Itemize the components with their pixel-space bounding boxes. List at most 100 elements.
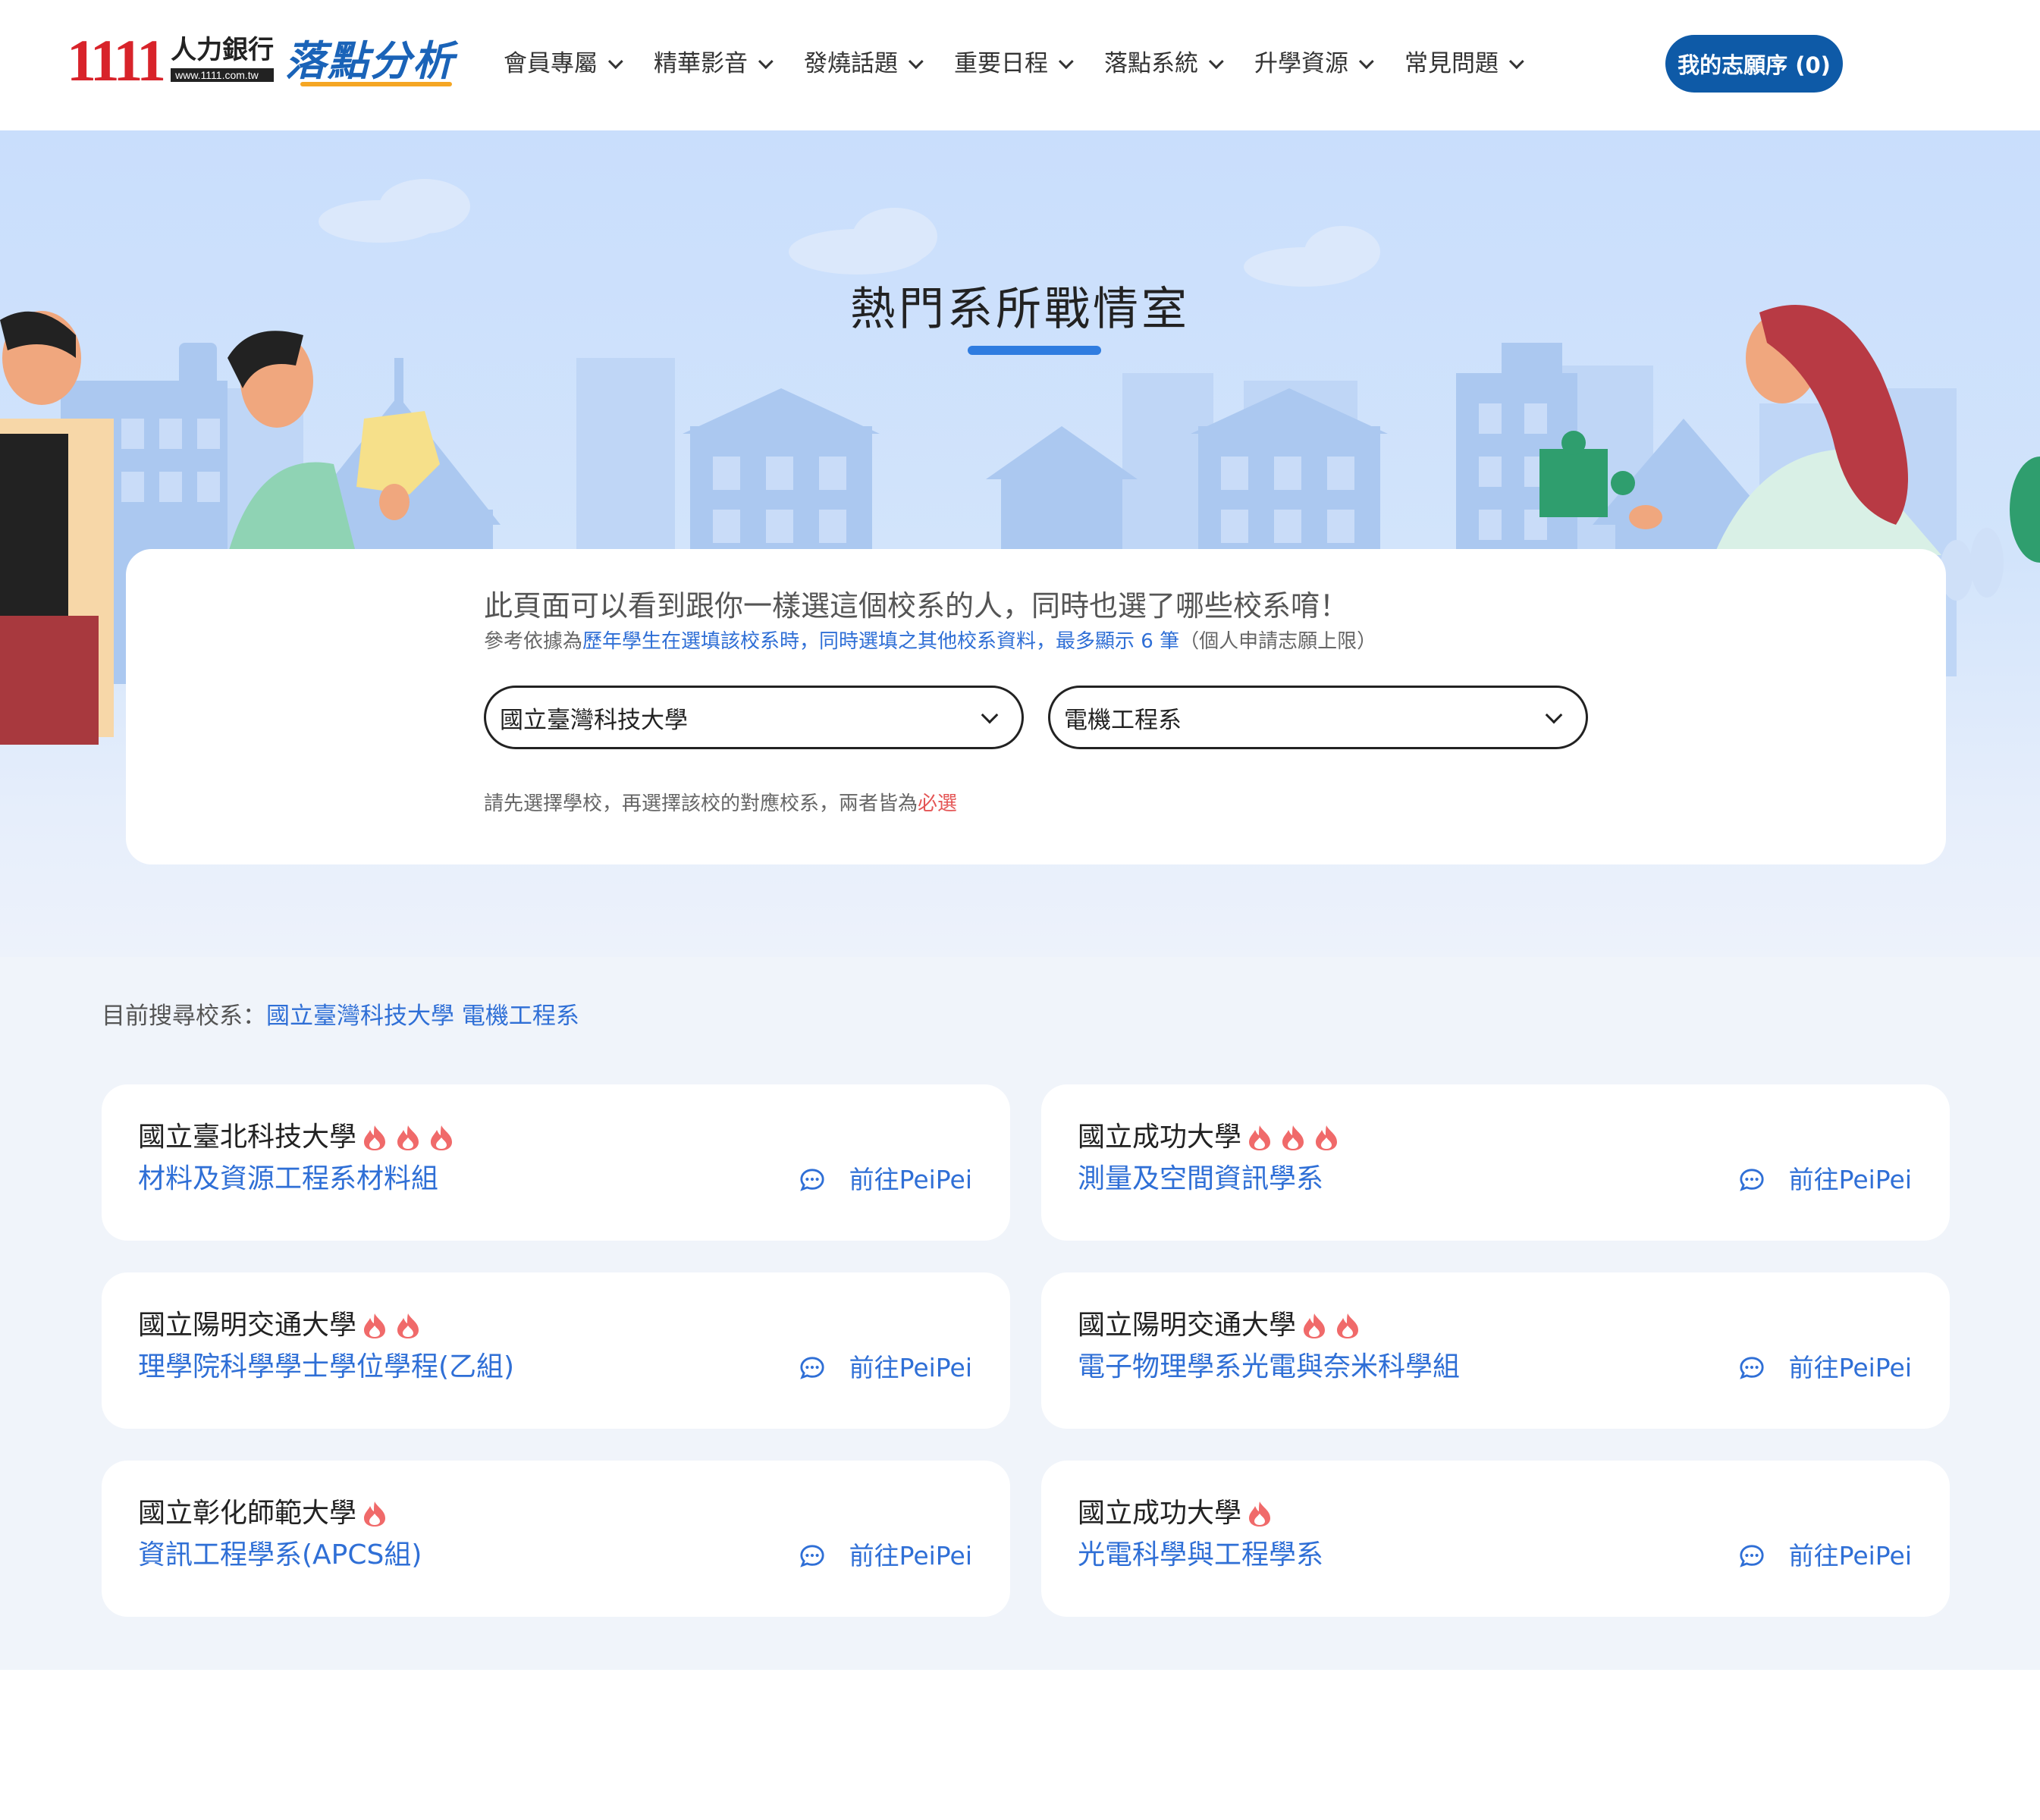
- go-peipei-label: 前往PeiPei: [849, 1353, 972, 1382]
- card-school: 國立成功大學: [1078, 1495, 1281, 1532]
- nav-label: 發燒話題: [804, 50, 898, 77]
- go-peipei-label: 前往PeiPei: [1788, 1353, 1912, 1382]
- reference-suffix: （個人申請志願上限）: [1179, 630, 1377, 653]
- panel-reference-note: 參考依據為歷年學生在選填該校系時，同時選填之其他校系資料，最多顯示 6 筆（個人…: [484, 628, 1376, 655]
- chevron-down-icon: [1508, 54, 1524, 70]
- reference-prefix: 參考依據為: [484, 630, 583, 653]
- result-card: 國立成功大學 測量及空間資訊學系 前往PeiPei: [1041, 1084, 1950, 1241]
- nav-item-member[interactable]: 會員專屬: [504, 47, 623, 80]
- department-select[interactable]: 電機工程系: [1048, 686, 1588, 749]
- flame-icon: [397, 1313, 419, 1338]
- heat-flames: [1248, 1500, 1281, 1527]
- go-peipei-link[interactable]: 前往PeiPei: [1739, 1163, 1912, 1197]
- school-select-value: 國立臺灣科技大學: [500, 706, 688, 734]
- current-search: 目前搜尋校系：國立臺灣科技大學 電機工程系: [102, 999, 579, 1033]
- flame-icon: [1316, 1125, 1338, 1150]
- chevron-down-icon: [1208, 54, 1224, 70]
- current-search-label: 目前搜尋校系：: [102, 1003, 266, 1030]
- go-peipei-label: 前往PeiPei: [849, 1165, 972, 1194]
- logo-url: www.1111.com.tw: [171, 68, 275, 82]
- chat-icon: [1739, 1355, 1777, 1381]
- card-department[interactable]: 資訊工程學系(APCS組): [138, 1536, 422, 1574]
- chevron-down-icon: [981, 706, 999, 724]
- chevron-down-icon: [1058, 54, 1074, 70]
- page-title: 熱門系所戰情室: [850, 283, 1190, 336]
- flame-icon: [1249, 1125, 1271, 1150]
- chevron-down-icon: [908, 54, 924, 70]
- school-name: 國立陽明交通大學: [138, 1310, 357, 1341]
- school-name: 國立臺北科技大學: [138, 1122, 357, 1153]
- go-peipei-link[interactable]: 前往PeiPei: [1739, 1539, 1912, 1573]
- chat-icon: [799, 1543, 837, 1569]
- chevron-down-icon: [607, 54, 623, 70]
- nav-item-faq[interactable]: 常見問題: [1404, 47, 1524, 80]
- flame-icon: [1249, 1502, 1271, 1527]
- go-peipei-link[interactable]: 前往PeiPei: [1739, 1351, 1912, 1385]
- chat-icon: [799, 1167, 837, 1193]
- card-department[interactable]: 材料及資源工程系材料組: [138, 1160, 438, 1198]
- card-school: 國立陽明交通大學: [138, 1307, 429, 1344]
- flame-icon: [1282, 1125, 1304, 1150]
- result-card: 國立臺北科技大學 材料及資源工程系材料組 前往PeiPei: [102, 1084, 1010, 1241]
- nav-item-topics[interactable]: 發燒話題: [804, 47, 924, 80]
- result-card: 國立彰化師範大學 資訊工程學系(APCS組) 前往PeiPei: [102, 1461, 1010, 1617]
- hint-prefix: 請先選擇學校，再選擇該校的對應校系，兩者皆為: [484, 792, 918, 815]
- my-list-button[interactable]: 我的志願序 (0): [1665, 35, 1843, 93]
- flame-icon: [1304, 1313, 1326, 1338]
- card-department[interactable]: 電子物理學系光電與奈米科學組: [1078, 1348, 1460, 1386]
- hero-section: 熱門系所戰情室 此頁面可以看到跟你一樣選這個校系的人，同時也選了哪些校系唷！ 參…: [0, 130, 2040, 957]
- go-peipei-link[interactable]: 前往PeiPei: [799, 1163, 972, 1197]
- heat-flames: [362, 1124, 463, 1151]
- brand-logo[interactable]: 落點分析: [285, 35, 455, 88]
- site-header: 1111 人力銀行 www.1111.com.tw 落點分析 會員專屬 精華影音…: [0, 0, 2040, 130]
- heat-flames: [362, 1312, 429, 1339]
- result-card: 國立陽明交通大學 電子物理學系光電與奈米科學組 前往PeiPei: [1041, 1272, 1950, 1429]
- nav-label: 會員專屬: [504, 50, 598, 77]
- main-nav: 會員專屬 精華影音 發燒話題 重要日程 落點系統 升學資源 常見問題: [504, 47, 1555, 80]
- nav-label: 重要日程: [954, 50, 1048, 77]
- go-peipei-link[interactable]: 前往PeiPei: [799, 1351, 972, 1385]
- chat-bubble-icon: [1739, 1169, 1764, 1191]
- school-name: 國立成功大學: [1078, 1498, 1242, 1529]
- card-school: 國立陽明交通大學: [1078, 1307, 1369, 1344]
- chat-bubble-icon: [1739, 1357, 1764, 1379]
- title-underline: [968, 346, 1101, 355]
- reference-highlight: 歷年學生在選填該校系時，同時選填之其他校系資料，最多顯示 6 筆: [582, 630, 1180, 653]
- nav-item-system[interactable]: 落點系統: [1104, 47, 1224, 80]
- chevron-down-icon: [1358, 54, 1374, 70]
- school-select[interactable]: 國立臺灣科技大學: [484, 686, 1024, 749]
- flame-icon: [364, 1313, 386, 1338]
- logo-text: 人力銀行: [171, 35, 275, 65]
- nav-item-videos[interactable]: 精華影音: [654, 47, 774, 80]
- current-search-value: 國立臺灣科技大學 電機工程系: [266, 1003, 579, 1030]
- search-panel: 此頁面可以看到跟你一樣選這個校系的人，同時也選了哪些校系唷！ 參考依據為歷年學生…: [126, 549, 1946, 864]
- card-department[interactable]: 理學院科學學士學位學程(乙組): [138, 1348, 514, 1386]
- chat-bubble-icon: [799, 1169, 824, 1191]
- chat-icon: [1739, 1167, 1777, 1193]
- go-peipei-link[interactable]: 前往PeiPei: [799, 1539, 972, 1573]
- nav-item-resources[interactable]: 升學資源: [1254, 47, 1374, 80]
- logo-number: 1111: [67, 27, 166, 93]
- flame-icon: [364, 1125, 386, 1150]
- flame-icon: [431, 1125, 453, 1150]
- school-name: 國立陽明交通大學: [1078, 1310, 1297, 1341]
- person-left-illustration: [0, 311, 114, 745]
- school-name: 國立彰化師範大學: [138, 1498, 357, 1529]
- logo-1111[interactable]: 1111 人力銀行 www.1111.com.tw: [67, 27, 275, 93]
- nav-label: 精華影音: [654, 50, 748, 77]
- result-card: 國立成功大學 光電科學與工程學系 前往PeiPei: [1041, 1461, 1950, 1617]
- logo-text-block: 人力銀行 www.1111.com.tw: [171, 33, 275, 82]
- nav-label: 落點系統: [1104, 50, 1198, 77]
- nav-label: 常見問題: [1404, 50, 1499, 77]
- results-section: 目前搜尋校系：國立臺灣科技大學 電機工程系 國立臺北科技大學 材料及資源工程系材…: [0, 957, 2040, 1670]
- heat-flames: [1302, 1312, 1369, 1339]
- card-department[interactable]: 測量及空間資訊學系: [1078, 1160, 1323, 1198]
- go-peipei-label: 前往PeiPei: [1788, 1541, 1912, 1571]
- flame-icon: [397, 1125, 419, 1150]
- chat-bubble-icon: [1739, 1545, 1764, 1567]
- heat-flames: [362, 1500, 396, 1527]
- panel-intro-text: 此頁面可以看到跟你一樣選這個校系的人，同時也選了哪些校系唷！: [484, 589, 1349, 623]
- card-school: 國立臺北科技大學: [138, 1119, 463, 1156]
- nav-item-schedule[interactable]: 重要日程: [954, 47, 1074, 80]
- card-department[interactable]: 光電科學與工程學系: [1078, 1536, 1323, 1574]
